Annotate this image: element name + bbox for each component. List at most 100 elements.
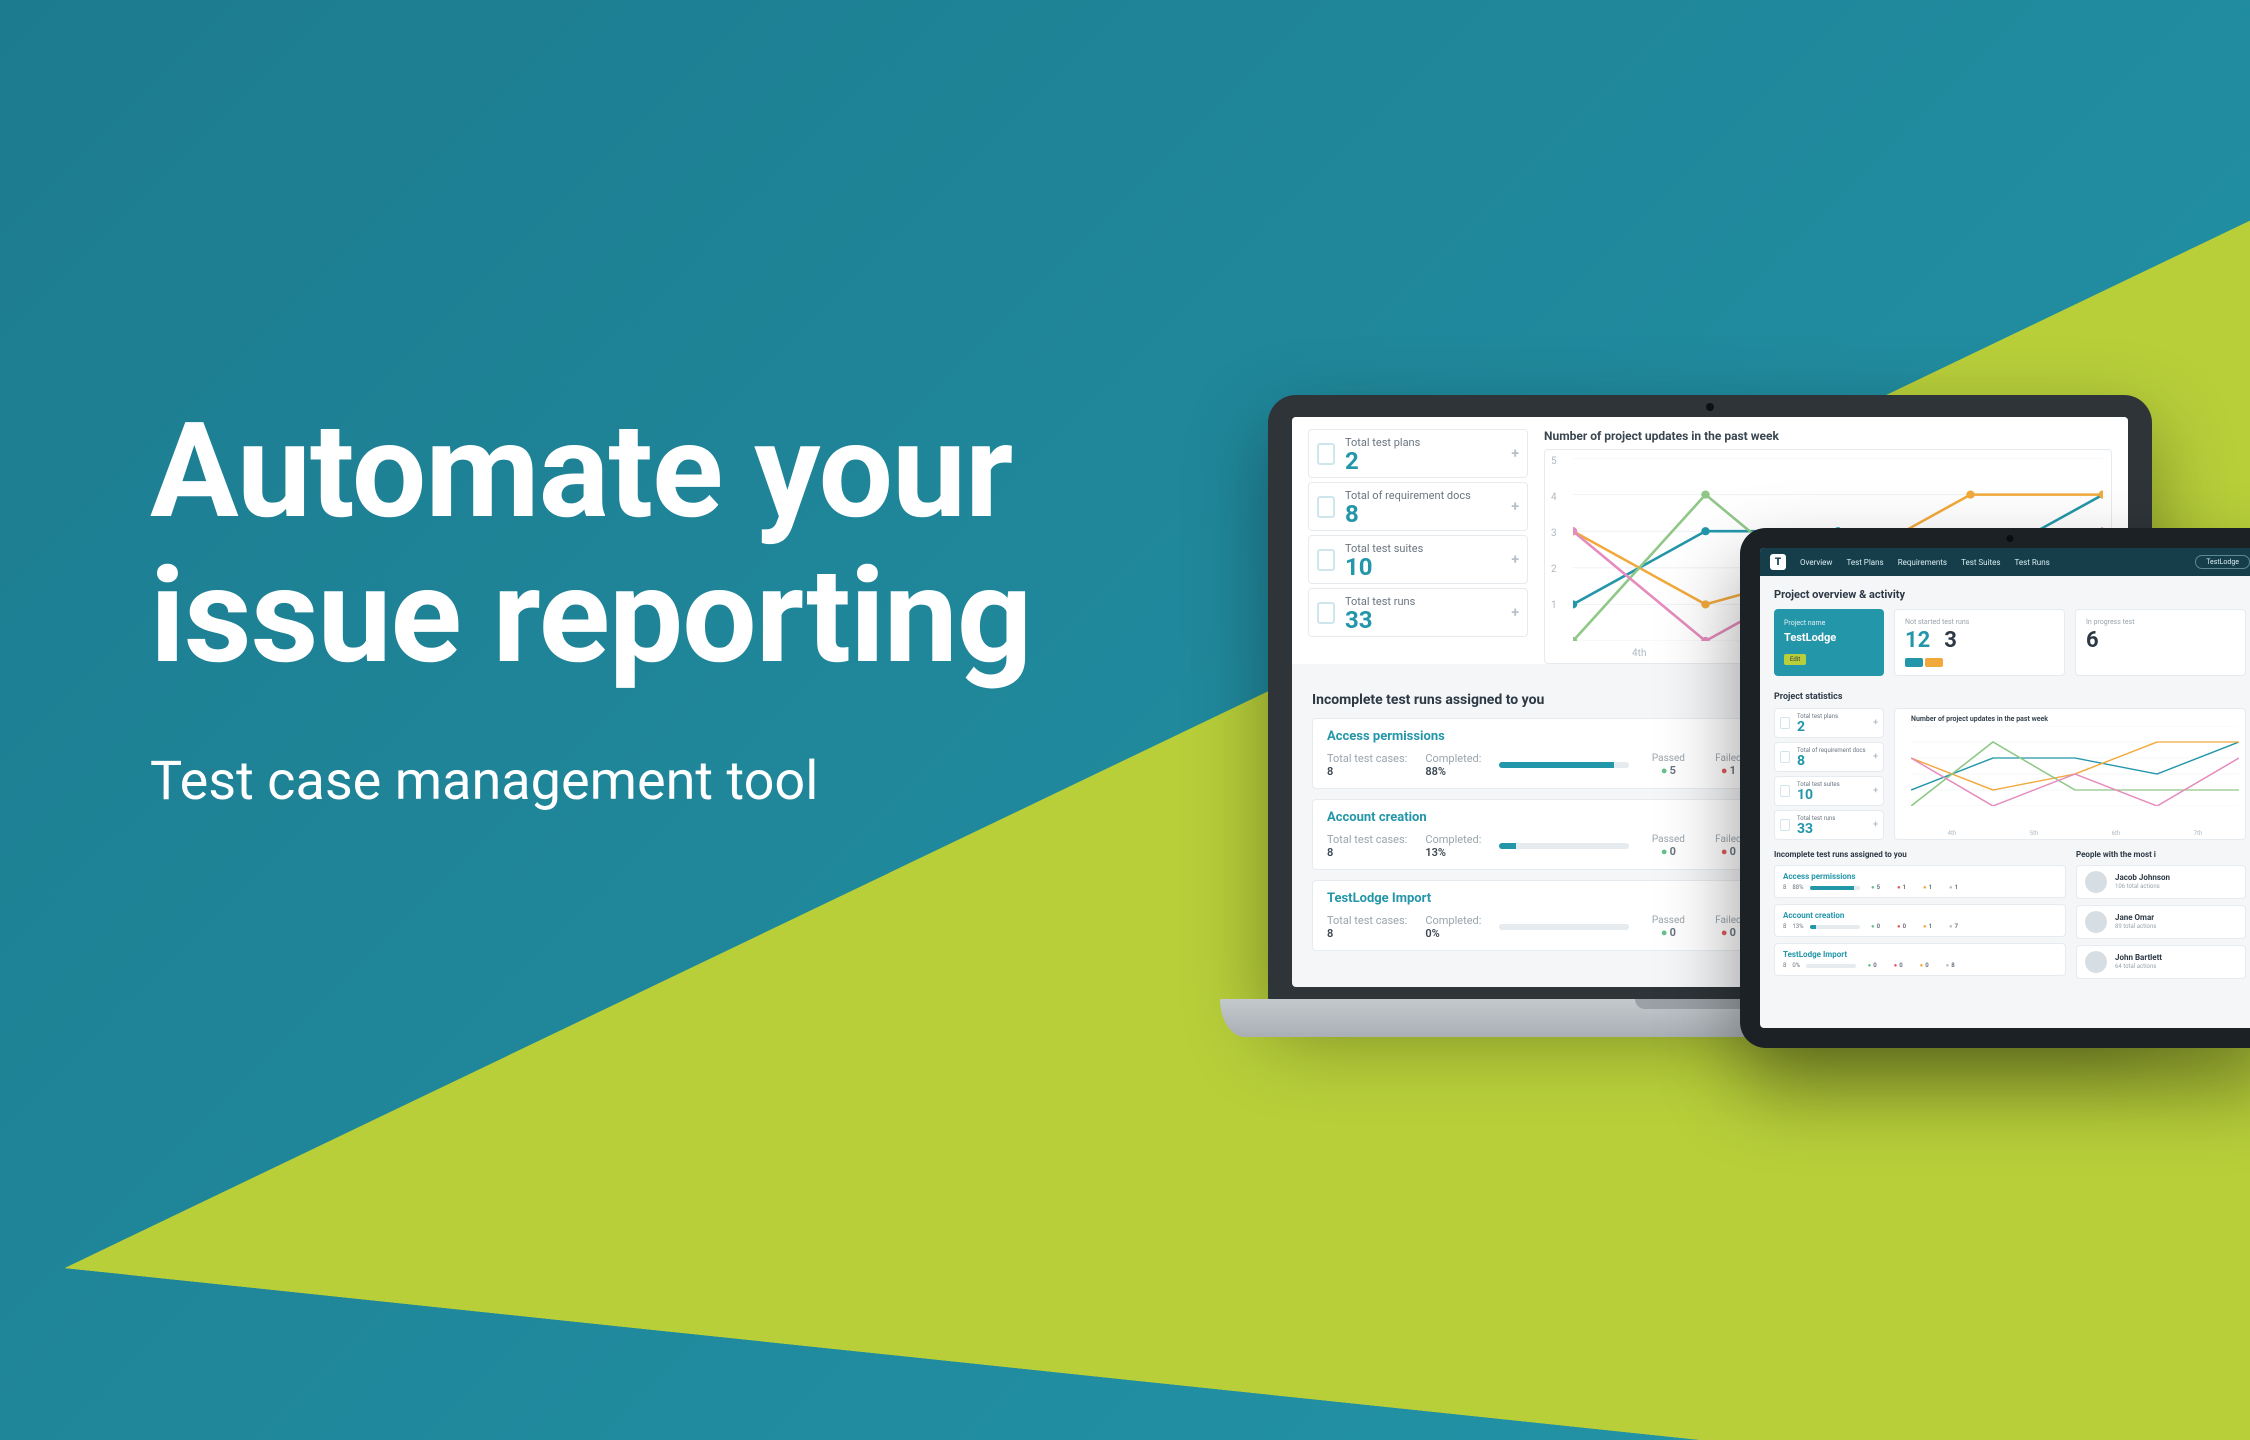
plus-icon[interactable]: + [1873, 820, 1878, 830]
value: 8 [1327, 765, 1407, 778]
stat-cards: Total test plans2+ Total of requirement … [1774, 708, 1884, 840]
y-tick: 5 [1551, 456, 1557, 467]
run-name: Account creation [1783, 911, 2057, 920]
test-run-card[interactable]: Account creation 813%0017 [1774, 904, 2066, 937]
app-header: T Overview Test Plans Requirements Test … [1760, 548, 2250, 576]
nav-item-overview[interactable]: Overview [1800, 558, 1832, 567]
kpi-tag [1925, 658, 1943, 667]
kpi-not-started[interactable]: Not started test runs 12 3 [1894, 609, 2065, 676]
brand-pill[interactable]: TestLodge [2195, 555, 2250, 569]
value: 0 [1661, 926, 1676, 939]
stats-and-chart: Total test plans2+ Total of requirement … [1760, 708, 2250, 840]
page-title: Project overview & activity [1760, 576, 2250, 609]
value: 88% [1425, 765, 1481, 778]
label: Total test cases: [1327, 833, 1407, 846]
hero-subtitle: Test case management tool [150, 750, 1031, 813]
project-name: TestLodge [1784, 631, 1874, 644]
label: Failed [1715, 915, 1742, 926]
person-sub: 64 total actions [2115, 963, 2162, 970]
section-heading-left: Incomplete test runs assigned to you [1312, 692, 1544, 708]
progress-bar [1499, 843, 1629, 849]
camera-icon [2007, 535, 2014, 542]
run-name: TestLodge Import [1783, 950, 2057, 959]
person-card[interactable]: Jacob Johnson106 total actions [2076, 865, 2246, 899]
kpi-value: 6 [2086, 628, 2099, 653]
value: 0 [1721, 926, 1736, 939]
plus-icon[interactable]: + [1873, 718, 1878, 728]
nav-item-test-suites[interactable]: Test Suites [1961, 558, 2000, 567]
label: Total test cases: [1327, 752, 1407, 765]
stat-label: Total of requirement docs [1345, 489, 1517, 502]
document-icon [1317, 443, 1335, 465]
plus-icon[interactable]: + [1511, 446, 1519, 462]
label: Passed [1652, 834, 1685, 845]
stat-test-runs[interactable]: Total test runs33+ [1774, 810, 1884, 840]
nav-item-requirements[interactable]: Requirements [1898, 558, 1947, 567]
run-name: Access permissions [1783, 872, 2057, 881]
line-chart-svg [1911, 726, 2239, 806]
project-card[interactable]: Project name TestLodge Edit [1774, 609, 1884, 676]
document-icon [1317, 549, 1335, 571]
plus-icon[interactable]: + [1511, 499, 1519, 515]
plus-icon[interactable]: + [1511, 605, 1519, 621]
label: Passed [1652, 915, 1685, 926]
kpi-label: In progress test [2086, 618, 2235, 626]
document-icon [1317, 602, 1335, 624]
stat-test-suites[interactable]: Total test suites 10 + [1308, 535, 1528, 584]
person-card[interactable]: Jane Omar89 total actions [2076, 905, 2246, 939]
chart-title: Number of project updates in the past we… [1544, 429, 2112, 449]
value: 5 [1661, 764, 1676, 777]
stat-value: 8 [1345, 500, 1359, 528]
stat-requirement-docs[interactable]: Total of requirement docs8+ [1774, 742, 1884, 772]
plus-icon[interactable]: + [1873, 752, 1878, 762]
stat-test-runs[interactable]: Total test runs 33 + [1308, 588, 1528, 637]
tablet-mockup: T Overview Test Plans Requirements Test … [1740, 528, 2250, 1048]
camera-icon [1706, 403, 1714, 411]
label: Total test cases: [1327, 914, 1407, 927]
person-card[interactable]: John Bartlett64 total actions [2076, 945, 2246, 979]
plus-icon[interactable]: + [1511, 552, 1519, 568]
kpi-in-progress[interactable]: In progress test 6 [2075, 609, 2246, 676]
nav-item-test-plans[interactable]: Test Plans [1846, 558, 1883, 567]
x-ticks: 4th 5th 6th 7th [1911, 830, 2239, 837]
person-name: Jacob Johnson [2115, 874, 2170, 883]
stat-requirement-docs[interactable]: Total of requirement docs 8 + [1308, 482, 1528, 531]
value: 8 [1327, 846, 1407, 859]
nav-item-test-runs[interactable]: Test Runs [2015, 558, 2050, 567]
test-run-card[interactable]: TestLodge Import 80%0008 [1774, 943, 2066, 976]
document-icon [1780, 819, 1790, 831]
promo-banner: Automate your issue reporting Test case … [0, 0, 2250, 1440]
person-sub: 106 total actions [2115, 883, 2170, 890]
person-name: John Bartlett [2115, 954, 2162, 963]
chart-title: Number of project updates in the past we… [1911, 715, 2239, 726]
label: Completed: [1425, 752, 1481, 765]
edit-button[interactable]: Edit [1784, 654, 1806, 665]
document-icon [1780, 751, 1790, 763]
stat-total-test-plans[interactable]: Total test plans2+ [1774, 708, 1884, 738]
value: 0 [1661, 845, 1676, 858]
stat-test-suites[interactable]: Total test suites10+ [1774, 776, 1884, 806]
kpi-tag [1905, 658, 1923, 667]
label: Completed: [1425, 833, 1481, 846]
hero-title: Automate your issue reporting [150, 400, 1031, 690]
stat-value: 10 [1345, 553, 1373, 581]
logo-icon[interactable]: T [1770, 554, 1786, 570]
sub-heading-left: Incomplete test runs assigned to you [1774, 850, 2066, 859]
avatar [2085, 871, 2107, 893]
plus-icon[interactable]: + [1873, 786, 1878, 796]
hero-text-block: Automate your issue reporting Test case … [150, 400, 1031, 813]
progress-bar [1499, 762, 1629, 768]
kpi-sub: 3 [1944, 630, 1957, 652]
x-tick: 4th [1632, 648, 1646, 659]
document-icon [1317, 496, 1335, 518]
test-run-card[interactable]: Access permissions 888%5111 [1774, 865, 2066, 898]
sub-heading-right: People with the most i [2076, 850, 2246, 859]
stat-total-test-plans[interactable]: Total test plans 2 + [1308, 429, 1528, 478]
section-title: Project statistics [1760, 676, 2250, 708]
kpi-label: Not started test runs [1905, 618, 2054, 626]
value: 1 [1721, 764, 1736, 777]
value: 13% [1425, 846, 1481, 859]
label: Passed [1652, 753, 1685, 764]
runs-col: Incomplete test runs assigned to you Acc… [1774, 850, 2066, 979]
label: Failed [1715, 834, 1742, 845]
